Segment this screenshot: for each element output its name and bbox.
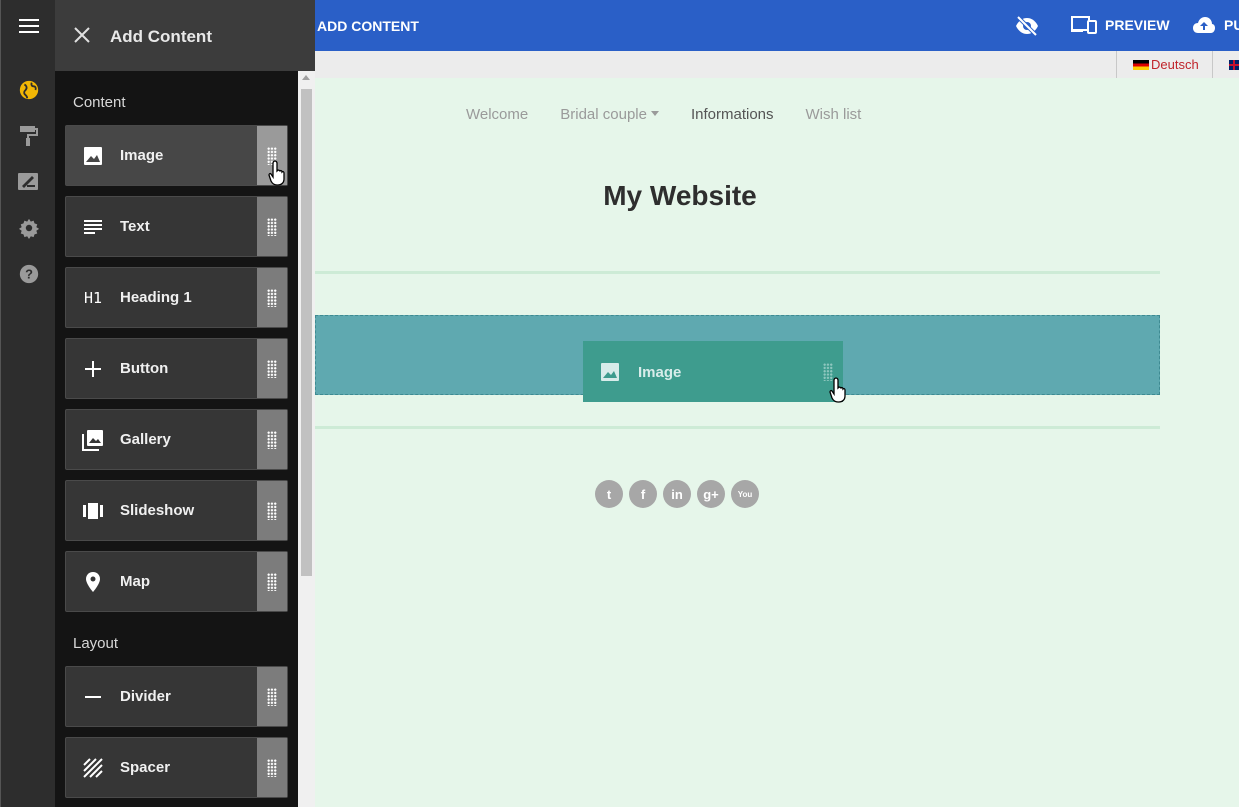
language-bar: Deutsch: [315, 51, 1239, 78]
drag-handle[interactable]: [257, 738, 287, 797]
nav-informations[interactable]: Informations: [691, 106, 774, 123]
layout-item-divider[interactable]: Divider: [65, 666, 288, 727]
drag-handle[interactable]: [257, 481, 287, 540]
nav-welcome[interactable]: Welcome: [466, 106, 528, 123]
content-item-map[interactable]: Map: [65, 551, 288, 612]
edit-page-icon[interactable]: [17, 170, 41, 194]
language-en[interactable]: [1212, 51, 1239, 78]
slideshow-icon: [82, 500, 104, 522]
preview-label: PREVIEW: [1105, 17, 1170, 33]
nav-bridal-couple[interactable]: Bridal couple: [560, 106, 659, 123]
divider-line: [315, 426, 1160, 429]
gear-icon[interactable]: [17, 216, 41, 240]
hand-cursor-icon: [268, 160, 290, 186]
drag-handle[interactable]: [257, 552, 287, 611]
google-plus-icon[interactable]: g+: [697, 480, 725, 508]
language-de-label: Deutsch: [1151, 57, 1199, 72]
minus-icon: [82, 686, 104, 708]
content-item-button[interactable]: Button: [65, 338, 288, 399]
publish-label: PU: [1224, 17, 1239, 33]
scrollbar-thumb[interactable]: [301, 89, 312, 576]
content-section-label: Content: [73, 94, 126, 111]
panel-header: Add Content: [55, 0, 315, 71]
paint-roller-icon[interactable]: [17, 124, 41, 148]
item-label: Image: [120, 147, 164, 164]
heading-icon-text: H1: [83, 289, 103, 307]
twitter-icon[interactable]: t: [595, 480, 623, 508]
uk-flag-icon: [1229, 59, 1239, 70]
menu-icon[interactable]: [1, 0, 56, 51]
item-label: Spacer: [120, 759, 171, 776]
item-label: Text: [120, 218, 150, 235]
add-content-tab[interactable]: ADD CONTENT: [317, 18, 419, 34]
google-plus-glyph: g+: [703, 486, 719, 502]
close-icon[interactable]: [73, 26, 93, 46]
icon-rail: ?: [0, 0, 55, 807]
globe-icon[interactable]: [17, 78, 41, 102]
youtube-glyph: You: [737, 489, 753, 499]
content-item-image[interactable]: Image: [65, 125, 288, 186]
cloud-upload-icon: [1193, 17, 1215, 33]
content-item-heading[interactable]: H1 Heading 1: [65, 267, 288, 328]
layout-section-label: Layout: [73, 635, 119, 652]
dragged-item-label: Image: [638, 364, 682, 381]
language-de[interactable]: Deutsch: [1116, 51, 1212, 78]
dragged-image-item[interactable]: Image: [583, 341, 843, 402]
youtube-icon[interactable]: You: [731, 480, 759, 508]
site-nav: Welcome Bridal couple Informations Wish …: [466, 106, 861, 123]
linkedin-glyph: in: [671, 486, 683, 502]
facebook-glyph: f: [640, 486, 646, 502]
content-item-text[interactable]: Text: [65, 196, 288, 257]
image-icon: [600, 362, 620, 387]
svg-text:?: ?: [25, 267, 33, 282]
devices-icon: [1071, 16, 1097, 34]
item-label: Button: [120, 360, 169, 377]
nav-bridal-couple-label: Bridal couple: [560, 106, 647, 123]
item-label: Gallery: [120, 431, 171, 448]
content-item-slideshow[interactable]: Slideshow: [65, 480, 288, 541]
linkedin-icon[interactable]: in: [663, 480, 691, 508]
text-icon: [82, 216, 104, 238]
facebook-icon[interactable]: f: [629, 480, 657, 508]
hand-cursor-icon: [829, 377, 851, 403]
twitter-glyph: t: [606, 486, 612, 502]
panel-scrollbar[interactable]: [298, 71, 315, 807]
publish-button[interactable]: PU: [1192, 16, 1239, 34]
image-icon: [82, 145, 104, 167]
scroll-up-arrow-icon[interactable]: [302, 75, 310, 80]
drag-handle[interactable]: [257, 268, 287, 327]
plus-icon: [82, 358, 104, 380]
panel-title: Add Content: [110, 27, 212, 46]
layout-item-spacer[interactable]: Spacer: [65, 737, 288, 798]
heading-icon: H1: [82, 287, 104, 309]
site-title: My Website: [603, 180, 757, 211]
help-icon[interactable]: ?: [17, 262, 41, 286]
german-flag-icon: [1133, 59, 1149, 70]
drag-handle[interactable]: [257, 339, 287, 398]
nav-wish-list[interactable]: Wish list: [806, 106, 862, 123]
drag-handle[interactable]: [257, 410, 287, 469]
hide-icon[interactable]: [1015, 16, 1039, 36]
map-pin-icon: [82, 571, 104, 593]
content-item-gallery[interactable]: Gallery: [65, 409, 288, 470]
gallery-icon: [82, 429, 104, 451]
item-label: Slideshow: [120, 502, 195, 519]
divider-line: [315, 271, 1160, 274]
item-label: Divider: [120, 688, 171, 705]
top-toolbar: ADD CONTENT PREVIEW PU: [315, 0, 1239, 51]
add-content-panel: Add Content Content Image Text H1 Headin…: [55, 0, 315, 807]
item-label: Heading 1: [120, 289, 192, 306]
preview-button[interactable]: PREVIEW: [1071, 16, 1170, 34]
caret-down-icon: [650, 110, 659, 116]
social-icons: t f in g+ You: [595, 480, 759, 508]
drag-handle[interactable]: [257, 667, 287, 726]
item-label: Map: [120, 573, 150, 590]
drag-handle[interactable]: [257, 197, 287, 256]
spacer-icon: [82, 757, 104, 779]
